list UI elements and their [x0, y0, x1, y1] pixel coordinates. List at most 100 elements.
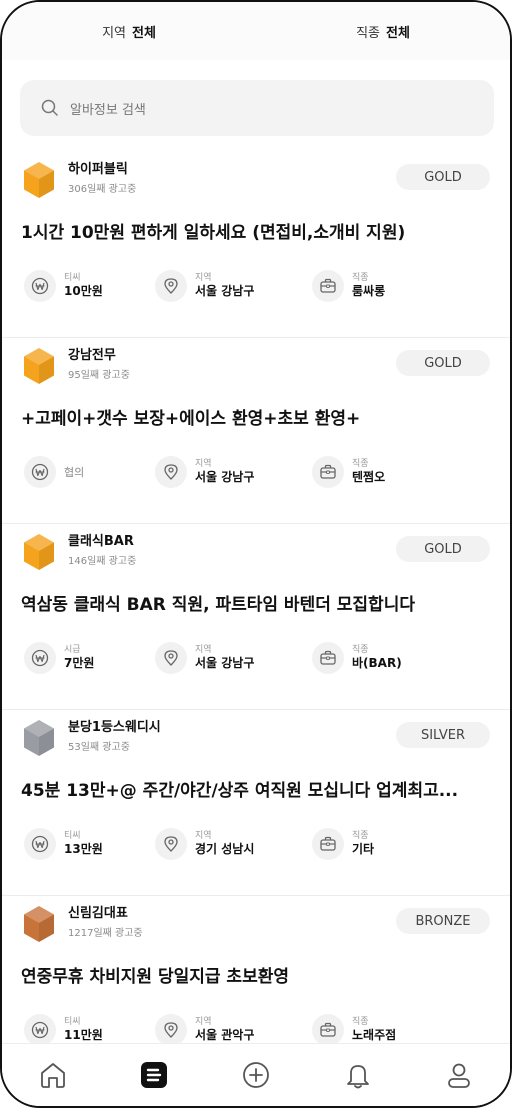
bronze-badge-icon	[21, 904, 57, 944]
job-meta: 시급 7만원 지역 서울 강남구 직종 바(BAR)	[24, 640, 494, 676]
gold-badge-icon	[21, 160, 57, 200]
job-title[interactable]: 역삼동 클래식 BAR 직원, 파트타임 바텐더 모집합니다	[21, 590, 491, 615]
bottom-tab-bar	[2, 1043, 510, 1106]
job-card[interactable]: 강남전무 95일째 광고중 GOLD +고페이+갯수 보장+에이스 환영+초보 환영+…	[2, 338, 510, 524]
list-icon	[141, 1062, 168, 1088]
search-input[interactable]: 알바정보 검색	[20, 80, 494, 136]
tab-profile[interactable]	[408, 1044, 510, 1106]
location-pin-icon	[155, 828, 187, 860]
region-filter-label: 지역	[102, 25, 126, 41]
tier-badge: SILVER	[396, 722, 490, 748]
pay-info: 시급 7만원	[24, 640, 94, 676]
ad-days: 95일째 광고중	[68, 370, 130, 381]
briefcase-icon	[312, 1014, 344, 1046]
briefcase-icon	[312, 642, 344, 674]
category-info: 직종 기타	[312, 826, 374, 862]
job-card[interactable]: 분당1등스웨디시 53일째 광고중 SILVER 45분 13만+@ 주간/야간/상주…	[2, 710, 510, 896]
category-filter-label: 직종	[356, 25, 380, 41]
silver-badge-icon	[21, 718, 57, 758]
category-value: 기타	[352, 842, 375, 856]
pay-value: 13만원	[64, 842, 103, 856]
gold-badge-icon	[21, 532, 57, 572]
job-title[interactable]: 45분 13만+@ 주간/야간/상주 여직원 모십니다 업계최고...	[21, 776, 491, 801]
region-value: 경기 성남시	[195, 842, 255, 856]
region-value: 서울 관악구	[195, 1028, 255, 1042]
profile-icon	[448, 1063, 471, 1088]
job-title[interactable]: 연중무휴 차비지원 당일지급 초보환영	[21, 962, 491, 987]
tier-badge: GOLD	[396, 164, 490, 190]
job-meta: 티씨 13만원 지역 경기 성남시 직종 기타	[24, 826, 494, 862]
category-label: 직종	[352, 645, 369, 655]
tier-badge: GOLD	[396, 536, 490, 562]
pay-info: 티씨 10만원	[24, 268, 103, 304]
category-value: 텐쩜오	[352, 470, 386, 484]
category-filter[interactable]: 직종 전체	[256, 2, 510, 60]
job-card[interactable]: 하이퍼블릭 306일째 광고중 GOLD 1시간 10만원 편하게 일하세요 (면접비…	[2, 152, 510, 338]
bell-icon	[346, 1065, 369, 1089]
won-icon	[24, 456, 56, 488]
company-name: 클래식BAR	[68, 534, 134, 549]
region-filter-value: 전체	[132, 25, 156, 41]
pay-label: 시급	[64, 645, 81, 655]
app-frame: 지역 전체 직종 전체 알바정보 검색 하이퍼블릭 306일째 광고중 GOLD 1시…	[0, 0, 512, 1108]
location-pin-icon	[155, 642, 187, 674]
category-label: 직종	[352, 831, 369, 841]
pay-value: 협의	[64, 465, 85, 479]
region-label: 지역	[195, 459, 212, 469]
briefcase-icon	[312, 270, 344, 302]
region-label: 지역	[195, 831, 212, 841]
region-info: 지역 서울 강남구	[155, 640, 254, 676]
tier-badge: BRONZE	[396, 908, 490, 934]
add-icon	[243, 1062, 269, 1088]
pay-value: 7만원	[64, 656, 95, 670]
briefcase-icon	[312, 456, 344, 488]
pay-label: 티씨	[64, 831, 81, 841]
category-info: 직종 룸싸롱	[312, 268, 385, 304]
job-title[interactable]: 1시간 10만원 편하게 일하세요 (면접비,소개비 지원)	[21, 218, 491, 243]
region-value: 서울 강남구	[195, 284, 255, 298]
won-icon	[24, 642, 56, 674]
pay-value: 11만원	[64, 1028, 103, 1042]
region-label: 지역	[195, 645, 212, 655]
location-pin-icon	[155, 1014, 187, 1046]
category-info: 직종 바(BAR)	[312, 640, 402, 676]
tab-add[interactable]	[205, 1044, 307, 1106]
pay-value: 10만원	[64, 284, 103, 298]
category-label: 직종	[352, 273, 369, 283]
pay-label: 티씨	[64, 1017, 81, 1027]
location-pin-icon	[155, 456, 187, 488]
ad-days: 146일째 광고중	[68, 556, 137, 567]
job-title[interactable]: +고페이+갯수 보장+에이스 환영+초보 환영+	[21, 404, 491, 429]
location-pin-icon	[155, 270, 187, 302]
region-value: 서울 강남구	[195, 656, 255, 670]
category-value: 바(BAR)	[352, 656, 402, 670]
gold-badge-icon	[21, 346, 57, 386]
tab-home[interactable]	[2, 1044, 104, 1106]
region-info: 지역 경기 성남시	[155, 826, 254, 862]
company-name: 분당1등스웨디시	[68, 720, 161, 735]
tab-list[interactable]	[104, 1044, 206, 1106]
briefcase-icon	[312, 828, 344, 860]
company-name: 신림김대표	[68, 906, 128, 921]
region-filter[interactable]: 지역 전체	[2, 2, 256, 60]
tab-notifications[interactable]	[307, 1044, 409, 1106]
region-info: 지역 서울 강남구	[155, 268, 254, 304]
job-card[interactable]: 클래식BAR 146일째 광고중 GOLD 역삼동 클래식 BAR 직원, 파트타임 …	[2, 524, 510, 710]
won-icon	[24, 1014, 56, 1046]
category-value: 노래주점	[352, 1028, 397, 1042]
category-label: 직종	[352, 459, 369, 469]
ad-days: 306일째 광고중	[68, 184, 137, 195]
region-info: 지역 서울 강남구	[155, 454, 254, 490]
won-icon	[24, 828, 56, 860]
company-name: 강남전무	[68, 348, 116, 363]
won-icon	[24, 270, 56, 302]
region-value: 서울 강남구	[195, 470, 255, 484]
category-filter-value: 전체	[386, 25, 410, 41]
ad-days: 1217일째 광고중	[68, 928, 143, 939]
search-icon	[41, 99, 58, 116]
job-meta: 티씨 10만원 지역 서울 강남구 직종 룸싸롱	[24, 268, 494, 304]
pay-info: 티씨 13만원	[24, 826, 103, 862]
tier-badge: GOLD	[396, 350, 490, 376]
ad-days: 53일째 광고중	[68, 742, 130, 753]
region-label: 지역	[195, 1017, 212, 1027]
